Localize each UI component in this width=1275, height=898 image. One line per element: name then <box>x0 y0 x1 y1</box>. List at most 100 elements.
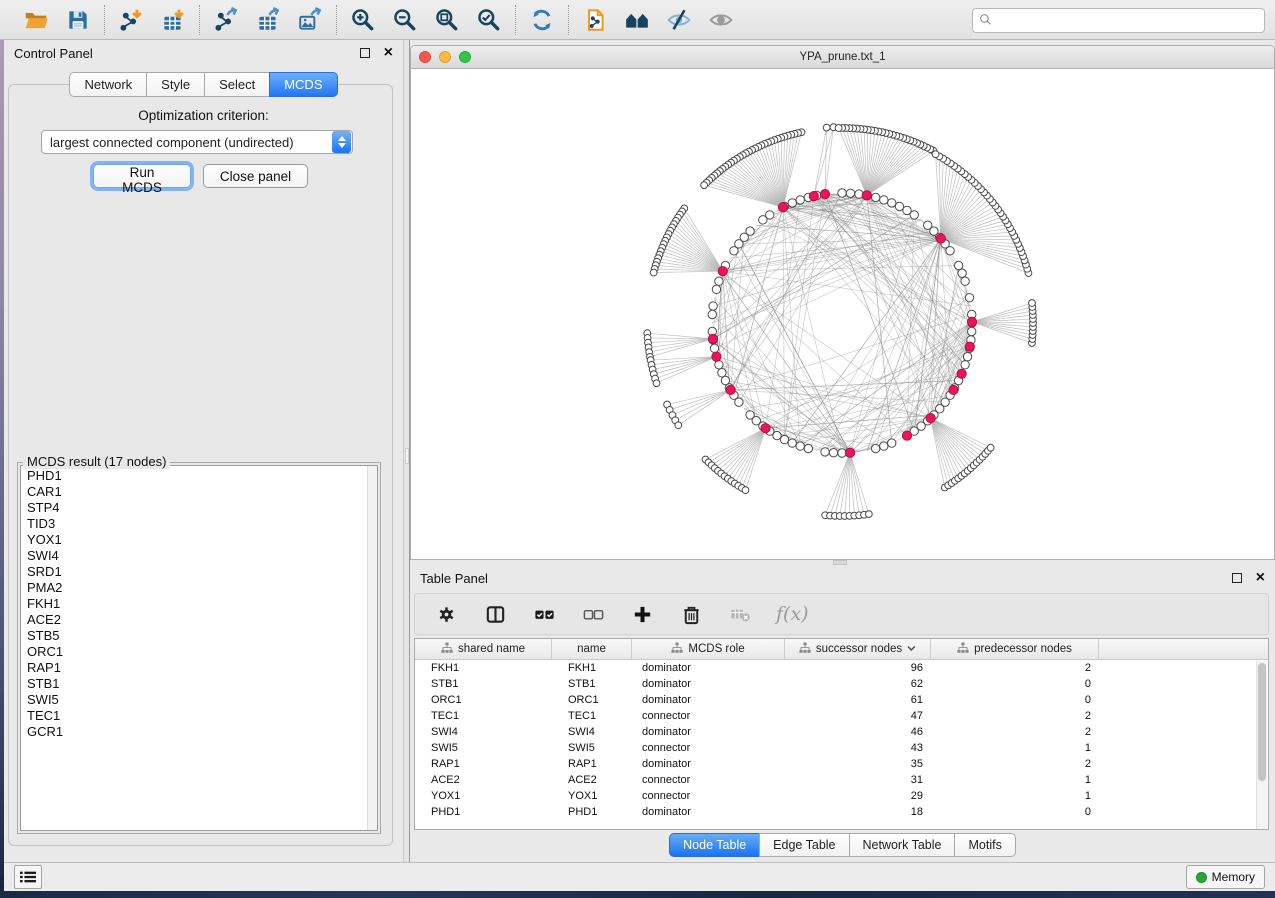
network-node[interactable] <box>895 202 903 210</box>
table-scrollbar-thumb[interactable] <box>1258 663 1266 781</box>
first-neighbors-icon[interactable] <box>623 6 651 34</box>
network-node[interactable] <box>675 422 682 429</box>
network-node[interactable] <box>650 269 657 276</box>
search-input[interactable] <box>972 8 1265 33</box>
tab-mcds[interactable]: MCDS <box>269 72 337 97</box>
network-node[interactable] <box>759 216 767 224</box>
zoom-out-icon[interactable] <box>391 6 419 34</box>
mcds-hub-node[interactable] <box>936 234 945 243</box>
tab-edge-table[interactable]: Edge Table <box>759 833 848 857</box>
show-columns-icon[interactable] <box>482 601 508 627</box>
select-all-icon[interactable] <box>531 601 557 627</box>
mcds-hub-node[interactable] <box>949 385 958 394</box>
column-header-shared-name[interactable]: shared name <box>415 639 552 659</box>
network-canvas-svg[interactable] <box>411 69 1274 559</box>
network-node[interactable] <box>888 199 896 207</box>
network-node[interactable] <box>823 124 830 131</box>
mcds-list-scrollbar[interactable] <box>367 466 377 830</box>
table-row[interactable]: PHD1PHD1dominator180 <box>415 804 1268 820</box>
mcds-hub-node[interactable] <box>726 385 735 394</box>
save-session-icon[interactable] <box>64 6 92 34</box>
network-node[interactable] <box>742 487 749 494</box>
network-node[interactable] <box>708 310 716 318</box>
close-panel-icon[interactable]: × <box>384 48 393 58</box>
network-node[interactable] <box>932 151 939 158</box>
zoom-fit-icon[interactable] <box>433 6 461 34</box>
mcds-hub-node[interactable] <box>957 369 966 378</box>
network-node[interactable] <box>961 277 969 285</box>
optimization-criterion-select[interactable]: largest connected component (undirected) <box>41 130 353 154</box>
network-node[interactable] <box>796 196 804 204</box>
network-node[interactable] <box>871 444 879 452</box>
mcds-hub-node[interactable] <box>902 431 911 440</box>
export-network-icon[interactable] <box>212 6 240 34</box>
mcds-result-item[interactable]: ACE2 <box>27 612 367 628</box>
table-row[interactable]: SWI4SWI4dominator462 <box>415 724 1268 740</box>
table-row[interactable]: STB1STB1dominator620 <box>415 676 1268 692</box>
network-node[interactable] <box>821 448 829 456</box>
zoom-selected-icon[interactable] <box>475 6 503 34</box>
network-node[interactable] <box>835 125 842 132</box>
mcds-hub-node[interactable] <box>965 342 974 351</box>
mcds-hub-node[interactable] <box>809 191 818 200</box>
network-node[interactable] <box>871 193 879 201</box>
task-history-button[interactable] <box>14 865 42 889</box>
vertical-splitter[interactable] <box>403 40 410 862</box>
mcds-result-item[interactable]: ORC1 <box>27 644 367 660</box>
mcds-result-item[interactable]: STB1 <box>27 676 367 692</box>
mcds-result-item[interactable]: SWI4 <box>27 548 367 564</box>
mcds-hub-node[interactable] <box>761 424 770 433</box>
network-node[interactable] <box>709 302 717 310</box>
table-row[interactable]: ACE2ACE2connector311 <box>415 772 1268 788</box>
mcds-hub-node[interactable] <box>862 191 871 200</box>
close-panel-icon[interactable]: × <box>1256 573 1265 583</box>
mcds-result-item[interactable]: GCR1 <box>27 724 367 740</box>
network-node[interactable] <box>987 444 994 451</box>
network-node[interactable] <box>804 444 812 452</box>
mcds-hub-node[interactable] <box>708 334 717 343</box>
network-node[interactable] <box>880 196 888 204</box>
network-node[interactable] <box>965 293 973 301</box>
table-row[interactable]: RAP1RAP1dominator352 <box>415 756 1268 772</box>
mcds-result-item[interactable]: STB5 <box>27 628 367 644</box>
network-node[interactable] <box>710 344 718 352</box>
mcds-result-item[interactable]: RAP1 <box>27 660 367 676</box>
network-node[interactable] <box>701 182 708 189</box>
import-network-icon[interactable] <box>117 6 145 34</box>
mcds-result-item[interactable]: STP4 <box>27 500 367 516</box>
mcds-result-item[interactable]: TID3 <box>27 516 367 532</box>
tab-node-table[interactable]: Node Table <box>669 833 759 857</box>
mcds-result-item[interactable]: TEC1 <box>27 708 367 724</box>
run-mcds-button[interactable]: Run MCDS <box>93 164 191 188</box>
mcds-result-list[interactable]: PHD1CAR1STP4TID3YOX1SWI4SRD1PMA2FKH1ACE2… <box>20 465 378 831</box>
network-node[interactable] <box>968 327 976 335</box>
table-row[interactable]: TEC1TEC1connector472 <box>415 708 1268 724</box>
float-panel-icon[interactable] <box>1232 573 1242 583</box>
network-node[interactable] <box>961 361 969 369</box>
column-header-name[interactable]: name <box>552 639 632 659</box>
network-node[interactable] <box>796 442 804 450</box>
network-node[interactable] <box>880 442 888 450</box>
export-table-icon[interactable] <box>254 6 282 34</box>
table-row[interactable]: ORC1ORC1dominator610 <box>415 692 1268 708</box>
network-node[interactable] <box>718 369 726 377</box>
table-row[interactable]: YOX1YOX1connector291 <box>415 788 1268 804</box>
table-row[interactable]: SWI5SWI5connector431 <box>415 740 1268 756</box>
import-table-icon[interactable] <box>159 6 187 34</box>
add-column-icon[interactable] <box>629 601 655 627</box>
mcds-result-item[interactable]: YOX1 <box>27 532 367 548</box>
network-node[interactable] <box>846 189 854 197</box>
tab-motifs[interactable]: Motifs <box>954 833 1015 857</box>
delete-column-icon[interactable] <box>678 601 704 627</box>
table-row[interactable]: FKH1FKH1dominator962 <box>415 660 1268 676</box>
network-node[interactable] <box>963 352 971 360</box>
mcds-hub-node[interactable] <box>967 317 976 326</box>
mcds-hub-node[interactable] <box>926 413 935 422</box>
column-header-MCDS-role[interactable]: MCDS role <box>632 639 785 659</box>
export-image-icon[interactable] <box>296 6 324 34</box>
network-node[interactable] <box>1029 300 1036 307</box>
network-node[interactable] <box>730 247 738 255</box>
refresh-view-icon[interactable] <box>528 6 556 34</box>
close-panel-button[interactable]: Close panel <box>203 164 308 188</box>
splitter-handle[interactable] <box>405 448 409 464</box>
